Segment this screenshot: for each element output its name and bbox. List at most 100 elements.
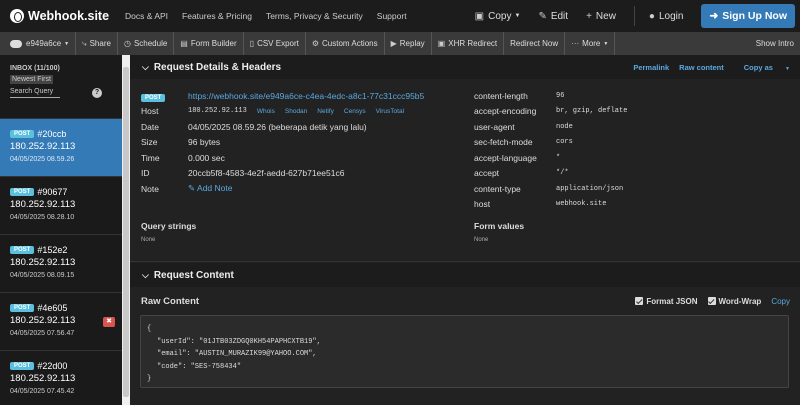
header-key: content-type bbox=[474, 183, 521, 194]
sort-order-button[interactable]: Newest First bbox=[10, 75, 53, 84]
raw-content-code[interactable]: { "userId": "01JTB03ZDGQ0KH54PAPHCXTB19"… bbox=[140, 315, 789, 388]
request-info: POST https://webhook.site/e949a6ce-c4ea-4… bbox=[141, 88, 424, 197]
raw-content-link[interactable]: Raw content bbox=[679, 63, 724, 72]
replay-button[interactable]: ▶ Replay bbox=[385, 32, 432, 55]
header-value: * bbox=[556, 153, 561, 162]
search-query-input[interactable]: Search Query bbox=[10, 88, 60, 98]
gear-icon: ⚙ bbox=[311, 39, 320, 48]
help-icon[interactable]: ? bbox=[92, 88, 102, 98]
login-button[interactable]: ● Login bbox=[649, 11, 684, 22]
share-button[interactable]: ⤷ Share bbox=[76, 32, 118, 55]
nav-link-support[interactable]: Support bbox=[377, 11, 407, 21]
pencil-icon: ✎ bbox=[188, 183, 196, 194]
form-icon: ▤ bbox=[180, 39, 188, 48]
request-id: #22d00 bbox=[37, 361, 68, 371]
request-ip: 180.252.92.113 bbox=[10, 315, 76, 326]
window-icon: ▣ bbox=[437, 39, 446, 48]
copy-label: Copy bbox=[488, 10, 512, 22]
xhr-redirect-button[interactable]: ▣ XHR Redirect bbox=[432, 32, 505, 55]
nav-link-docs[interactable]: Docs & API bbox=[125, 11, 168, 21]
add-note-button[interactable]: ✎ Add Note bbox=[188, 183, 232, 194]
code-line: { bbox=[147, 325, 152, 333]
header-row: user-agent node bbox=[474, 119, 627, 135]
custom-actions-button[interactable]: ⚙ Custom Actions bbox=[306, 32, 385, 55]
logo[interactable]: Webhook.site bbox=[10, 9, 109, 23]
header-key: accept bbox=[474, 168, 500, 179]
csv-export-button[interactable]: ▯ CSV Export bbox=[244, 32, 306, 55]
edit-button[interactable]: ✎ Edit bbox=[538, 11, 568, 22]
nav-links: Docs & API Features & Pricing Terms, Pri… bbox=[125, 11, 421, 21]
header-value: */* bbox=[556, 169, 569, 178]
header-value: application/json bbox=[556, 184, 624, 193]
delete-request-icon[interactable]: ✖ bbox=[103, 317, 115, 327]
request-item[interactable]: POST #20ccb 180.252.92.113 04/05/2025 08.… bbox=[0, 118, 122, 176]
header-value: br, gzip, deflate bbox=[556, 107, 628, 116]
permalink-link[interactable]: Permalink bbox=[633, 63, 669, 72]
method-badge: POST bbox=[10, 188, 35, 196]
word-wrap-label: Word-Wrap bbox=[718, 296, 762, 306]
word-wrap-checkbox[interactable]: Word-Wrap bbox=[707, 296, 762, 306]
caret-down-icon: ▼ bbox=[785, 65, 790, 72]
request-url[interactable]: https://webhook.site/e949a6ce-c4ea-4edc-… bbox=[188, 91, 424, 101]
schedule-button[interactable]: ◷ Schedule bbox=[118, 32, 175, 55]
host-value: 180.252.92.113 bbox=[188, 107, 247, 116]
custom-actions-label: Custom Actions bbox=[322, 39, 378, 48]
shodan-link[interactable]: Shodan bbox=[285, 108, 307, 115]
copy-content-link[interactable]: Copy bbox=[771, 297, 790, 306]
login-label: Login bbox=[658, 10, 684, 22]
nav-link-features[interactable]: Features & Pricing bbox=[182, 11, 252, 21]
request-item[interactable]: POST #22d00 180.252.92.113 04/05/2025 07.… bbox=[0, 350, 122, 405]
file-icon: ▯ bbox=[249, 39, 255, 48]
request-item[interactable]: POST #4e605 180.252.92.113 04/05/2025 07.… bbox=[0, 292, 122, 350]
header-key: user-agent bbox=[474, 121, 515, 132]
copy-as-link[interactable]: Copy as ▼ bbox=[734, 63, 790, 72]
chevron-down-icon: ⌵ bbox=[142, 269, 149, 280]
header-key: host bbox=[474, 199, 491, 210]
format-json-checkbox[interactable]: Format JSON bbox=[635, 296, 698, 306]
request-item[interactable]: POST #152e2 180.252.92.113 04/05/2025 08.… bbox=[0, 234, 122, 292]
id-label: ID bbox=[141, 168, 150, 179]
copy-menu-button[interactable]: ▣ Copy ▼ bbox=[475, 11, 521, 22]
share-label: Share bbox=[89, 39, 111, 48]
signup-button[interactable]: ➜ Sign Up Now bbox=[701, 4, 795, 28]
checkbox-checked-icon bbox=[707, 297, 716, 305]
form-builder-button[interactable]: ▤ Form Builder bbox=[174, 32, 244, 55]
redirect-now-button[interactable]: Redirect Now bbox=[504, 32, 566, 55]
token-toggle[interactable]: e949a6ce ▼ bbox=[0, 32, 77, 55]
scrollbar-thumb[interactable] bbox=[123, 67, 129, 397]
headers-table: content-length 96 accept-encoding br, gzip… bbox=[474, 88, 627, 212]
caret-down-icon: ▼ bbox=[603, 40, 609, 47]
form-values-none: None bbox=[474, 237, 489, 243]
virustotal-link[interactable]: VirusTotal bbox=[376, 108, 404, 115]
header-value: cors bbox=[556, 138, 573, 147]
content-title: Request Content bbox=[153, 269, 234, 281]
show-intro-link[interactable]: Show Intro bbox=[756, 39, 794, 48]
header-key: accept-encoding bbox=[474, 106, 537, 117]
new-button[interactable]: + New bbox=[586, 11, 616, 22]
checkbox-checked-icon bbox=[635, 297, 644, 305]
header-row: host webhook.site bbox=[474, 197, 627, 213]
sidebar-header: INBOX (11/100) Newest First Search Query… bbox=[0, 55, 122, 118]
netify-link[interactable]: Netify bbox=[317, 108, 334, 115]
replay-label: Replay bbox=[399, 39, 425, 48]
schedule-label: Schedule bbox=[133, 39, 168, 48]
header-key: content-length bbox=[474, 90, 528, 101]
caret-down-icon: ▼ bbox=[64, 40, 70, 47]
content-section-header[interactable]: ⌵ Request Content bbox=[130, 263, 800, 287]
request-item[interactable]: POST #90677 180.252.92.113 04/05/2025 08.… bbox=[0, 176, 122, 234]
time-value: 0.000 sec bbox=[188, 152, 225, 163]
more-button[interactable]: ··· More ▼ bbox=[565, 32, 616, 55]
whois-link[interactable]: Whois bbox=[257, 108, 275, 115]
sidebar-scrollbar[interactable] bbox=[122, 55, 130, 405]
header-value: 96 bbox=[556, 91, 565, 100]
raw-content-title: Raw Content bbox=[141, 295, 200, 307]
query-strings-title: Query strings bbox=[141, 221, 197, 231]
censys-link[interactable]: Censys bbox=[344, 108, 366, 115]
csv-export-label: CSV Export bbox=[257, 39, 299, 48]
nav-link-terms[interactable]: Terms, Privacy & Security bbox=[266, 11, 363, 21]
play-icon: ▶ bbox=[390, 39, 397, 48]
details-section-header[interactable]: ⌵ Request Details & Headers Permalink Raw… bbox=[130, 55, 800, 79]
request-id: #20ccb bbox=[37, 129, 67, 139]
format-json-label: Format JSON bbox=[646, 296, 698, 306]
request-id: #90677 bbox=[37, 187, 68, 197]
